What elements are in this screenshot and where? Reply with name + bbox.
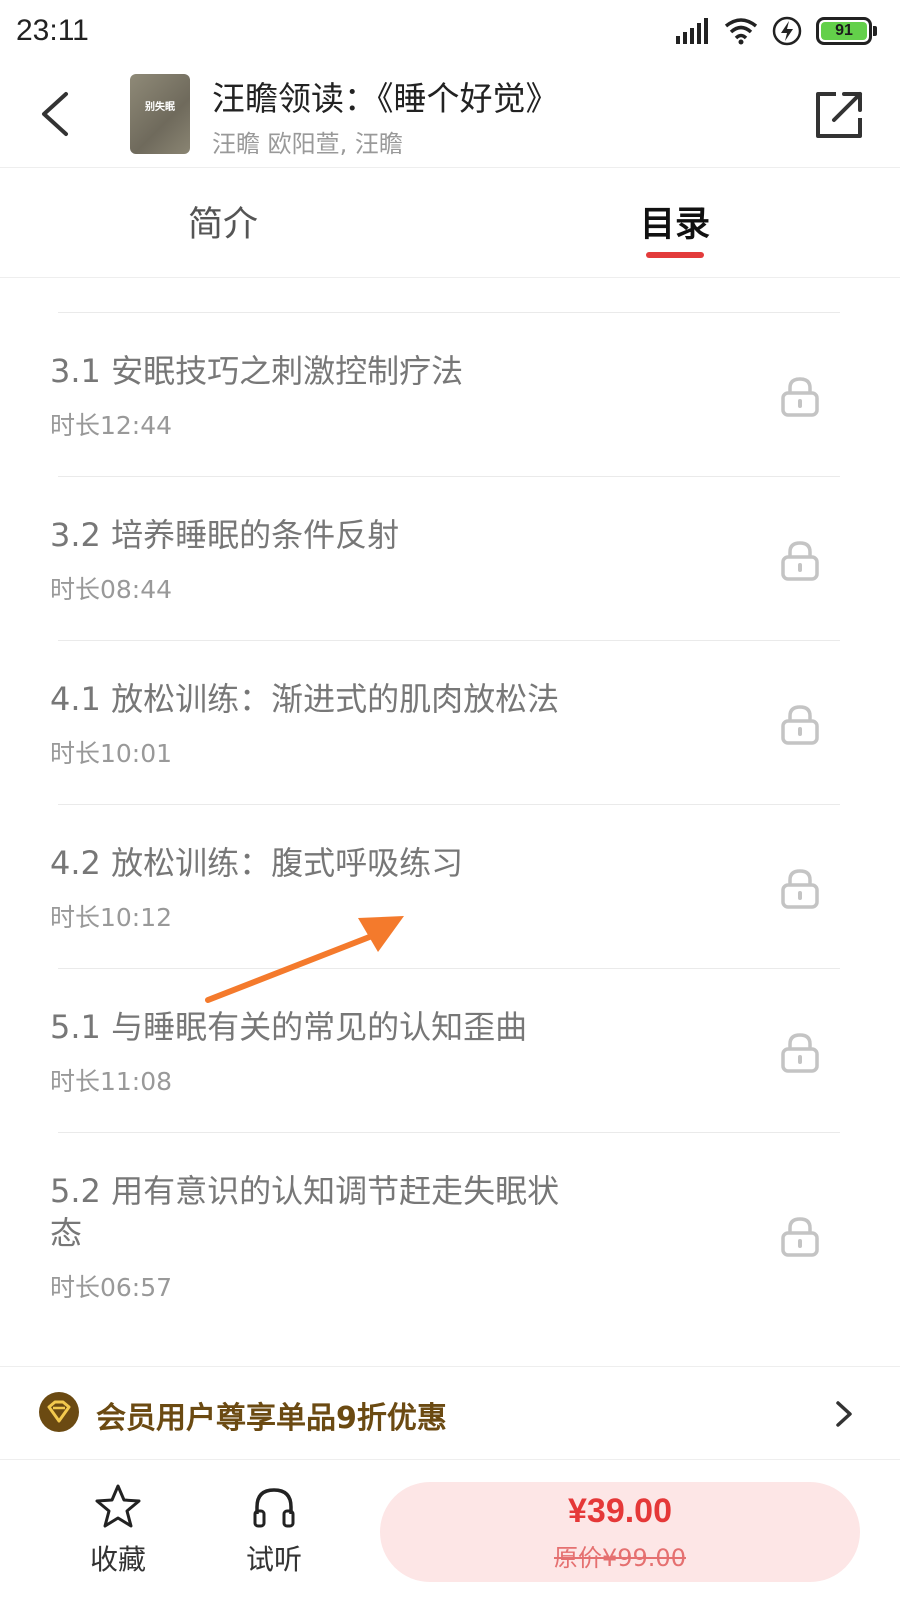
book-cover[interactable]: 别失眠	[130, 74, 190, 154]
chapter-list: 3.1 安眠技巧之刺激控制疗法 时长12:44 3.2 培养睡眠的条件反射 时长…	[0, 278, 900, 1366]
battery-level: 91	[821, 22, 867, 40]
favorite-label: 收藏	[89, 1543, 146, 1576]
status-icons: 91	[676, 14, 877, 48]
page-title: 汪瞻领读：《睡个好觉》	[212, 79, 559, 118]
chapter-duration: 时长12:44	[50, 411, 173, 440]
wifi-icon	[724, 18, 758, 45]
divider	[58, 476, 840, 477]
chapter-title-line2: 态	[50, 1214, 83, 1252]
trial-listen-button[interactable]: 试听	[226, 1482, 322, 1578]
signal-icon	[676, 18, 708, 44]
chapter-title: 3.1 安眠技巧之刺激控制疗法	[50, 352, 464, 390]
chevron-right-icon	[836, 1401, 852, 1427]
divider	[58, 312, 840, 313]
divider	[58, 640, 840, 641]
active-tab-indicator	[646, 252, 704, 258]
header: 别失眠 汪瞻领读：《睡个好觉》 汪瞻 欧阳萱, 汪瞻	[0, 62, 900, 168]
status-time: 23:11	[16, 14, 89, 47]
share-icon[interactable]	[812, 86, 868, 142]
tab-intro[interactable]: 简介	[188, 196, 258, 247]
original-price: 原价¥99.00	[554, 1544, 686, 1572]
lock-icon	[781, 705, 819, 745]
tab-toc[interactable]: 目录	[640, 196, 710, 247]
tab-bar: 简介 目录	[0, 168, 900, 278]
lock-icon	[781, 541, 819, 581]
vip-promo-banner[interactable]: 会员用户尊享单品9折优惠	[0, 1366, 900, 1460]
chapter-duration: 时长08:44	[50, 575, 173, 604]
divider	[58, 968, 840, 969]
authors: 汪瞻 欧阳萱, 汪瞻	[212, 130, 403, 158]
annotation-arrow	[205, 916, 404, 1003]
lock-icon	[781, 869, 819, 909]
favorite-button[interactable]: 收藏	[70, 1482, 166, 1578]
divider	[58, 1132, 840, 1133]
chapter-title: 4.1 放松训练：渐进式的肌肉放松法	[50, 680, 560, 718]
chapter-duration: 时长11:08	[50, 1067, 173, 1096]
chapter-duration: 时长10:12	[50, 903, 173, 932]
chapter-title-line1: 5.2 用有意识的认知调节赶走失眠状	[50, 1172, 560, 1210]
promo-text: 会员用户尊享单品9折优惠	[96, 1401, 447, 1436]
listen-label: 试听	[245, 1543, 302, 1576]
cover-text: 别失眠	[145, 102, 175, 113]
divider	[58, 804, 840, 805]
buy-button[interactable]: ¥39.00 原价¥99.00	[380, 1482, 860, 1582]
charging-icon	[772, 16, 802, 46]
lock-icon	[781, 1217, 819, 1257]
chapter-duration: 时长10:01	[50, 739, 173, 768]
headphones-icon	[253, 1488, 295, 1528]
chapter-title: 3.2 培养睡眠的条件反射	[50, 516, 400, 554]
chapter-duration: 时长06:57	[50, 1273, 173, 1302]
bottom-action-bar: 收藏 试听 ¥39.00 原价¥99.00	[0, 1460, 900, 1600]
back-icon[interactable]	[30, 84, 86, 144]
star-icon	[95, 1484, 141, 1528]
battery-indicator: 91	[816, 17, 877, 45]
lock-icon	[781, 377, 819, 417]
chapter-title: 5.1 与睡眠有关的常见的认知歪曲	[50, 1008, 528, 1046]
price: ¥39.00	[568, 1492, 672, 1530]
status-bar: 23:11 91	[0, 0, 900, 62]
vip-icon	[39, 1392, 79, 1432]
lock-icon	[781, 1033, 819, 1073]
chapter-title: 4.2 放松训练：腹式呼吸练习	[50, 844, 464, 882]
